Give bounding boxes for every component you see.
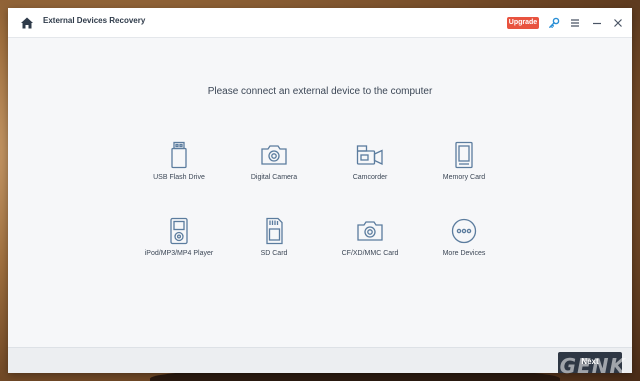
key-icon[interactable] — [548, 17, 560, 29]
device-label: More Devices — [442, 250, 486, 257]
device-label: Memory Card — [442, 174, 486, 181]
connect-prompt: Please connect an external device to the… — [207, 86, 433, 97]
device-sd-card[interactable]: SD Card — [232, 216, 316, 272]
device-digital-camera[interactable]: Digital Camera — [232, 140, 316, 196]
more-devices-icon — [449, 216, 479, 246]
sd-card-icon — [259, 216, 289, 246]
device-usb-flash-drive[interactable]: USB Flash Drive — [137, 140, 221, 196]
device-label: Digital Camera — [250, 174, 298, 181]
camcorder-icon — [355, 140, 385, 170]
main-content: Please connect an external device to the… — [8, 38, 632, 373]
watermark-logo: GENK — [559, 354, 626, 378]
bottom-bar: Next — [8, 347, 632, 373]
minimize-icon[interactable] — [591, 17, 603, 29]
app-title: External Devices Recovery — [43, 16, 146, 25]
menu-icon[interactable] — [569, 17, 581, 29]
device-label: iPod/MP3/MP4 Player — [144, 250, 214, 257]
device-label: SD Card — [260, 250, 288, 257]
device-memory-card[interactable]: Memory Card — [422, 140, 506, 196]
device-label: Camcorder — [352, 174, 388, 181]
device-label: CF/XD/MMC Card — [341, 250, 399, 257]
app-window: External Devices Recovery Upgrade Please… — [8, 8, 632, 373]
upgrade-button[interactable]: Upgrade — [507, 17, 539, 29]
device-media-player[interactable]: iPod/MP3/MP4 Player — [137, 216, 221, 272]
media-player-icon — [164, 216, 194, 246]
digital-camera-icon — [259, 140, 289, 170]
title-bar: External Devices Recovery Upgrade — [8, 8, 632, 38]
device-more-devices[interactable]: More Devices — [422, 216, 506, 272]
cf-card-icon — [355, 216, 385, 246]
device-cf-card[interactable]: CF/XD/MMC Card — [328, 216, 412, 272]
usb-flash-drive-icon — [164, 140, 194, 170]
device-label: USB Flash Drive — [153, 174, 205, 181]
home-icon[interactable] — [20, 16, 34, 30]
memory-card-icon — [449, 140, 479, 170]
device-camcorder[interactable]: Camcorder — [328, 140, 412, 196]
close-icon[interactable] — [612, 17, 624, 29]
